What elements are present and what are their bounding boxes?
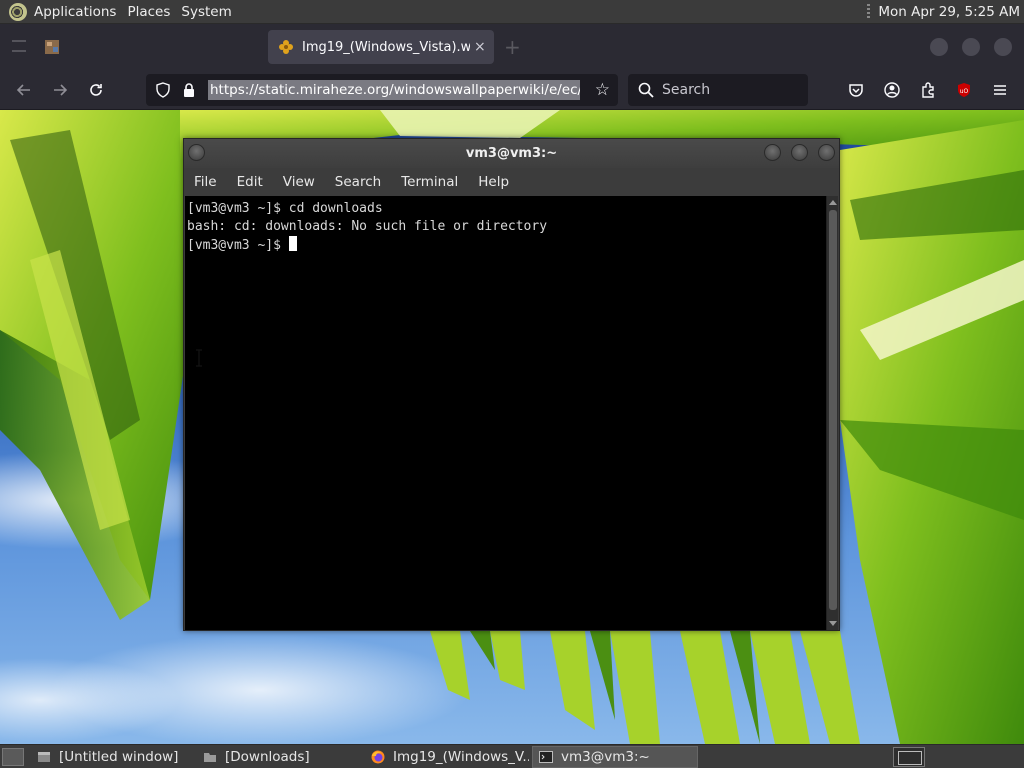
top-panel: Applications Places System Mon Apr 29, 5… [0, 0, 1024, 24]
text-cursor [288, 236, 297, 251]
close-tab-icon[interactable]: × [474, 39, 486, 55]
search-icon [638, 82, 654, 98]
firefox-icon [371, 750, 385, 763]
arrow-right-icon [54, 84, 68, 96]
back-button[interactable] [12, 78, 36, 102]
terminal-title: vm3@vm3:~ [465, 146, 558, 161]
taskbar-label: [Untitled window] [59, 748, 179, 765]
terminal-titlebar[interactable]: vm3@vm3:~ [184, 139, 839, 168]
list-all-tabs-icon[interactable] [12, 40, 26, 52]
terminal-menubar: File Edit View Search Terminal Help [184, 168, 839, 196]
reload-button[interactable] [84, 78, 108, 102]
star-icon[interactable]: ☆ [595, 80, 610, 100]
close-window-button[interactable] [994, 38, 1012, 56]
tab-title: Img19_(Windows_Vista).webp [302, 39, 470, 55]
tracking-shield-icon[interactable] [150, 74, 176, 106]
menu-help[interactable]: Help [478, 174, 509, 190]
taskbar-label: Img19_(Windows_V... [393, 748, 530, 765]
scroll-up-icon[interactable] [829, 200, 837, 205]
terminal-scrollbar[interactable] [826, 196, 838, 630]
account-icon[interactable] [880, 78, 904, 102]
terminal-line: [vm3@vm3 ~]$ cd downloads [187, 201, 383, 216]
terminal-window[interactable]: vm3@vm3:~ File Edit View Search Terminal… [183, 138, 840, 631]
system-menu[interactable]: System [178, 4, 239, 20]
toolbar-icons: uO [844, 78, 1012, 102]
search-bar[interactable]: Search [628, 74, 808, 106]
flower-favicon-icon [279, 40, 293, 54]
taskbar-label: [Downloads] [225, 748, 310, 765]
new-tab-button[interactable]: + [504, 37, 521, 57]
maximize-button[interactable] [791, 144, 808, 161]
extensions-icon[interactable] [916, 78, 940, 102]
mouse-ibeam-cursor-icon [196, 349, 202, 367]
window-controls [930, 38, 1012, 56]
taskbar-item-untitled-window[interactable]: [Untitled window] [30, 746, 194, 768]
search-placeholder: Search [662, 82, 711, 98]
scroll-down-icon[interactable] [829, 621, 837, 626]
menu-search[interactable]: Search [335, 174, 381, 190]
tab-active[interactable]: Img19_(Windows_Vista).webp × [268, 30, 494, 64]
maximize-button[interactable] [962, 38, 980, 56]
terminal-line: bash: cd: downloads: No such file or dir… [187, 219, 548, 234]
scrollbar-thumb[interactable] [829, 210, 837, 610]
hamburger-menu-icon[interactable] [988, 78, 1012, 102]
panel-clock[interactable]: Mon Apr 29, 5:25 AM [878, 4, 1024, 20]
bottom-panel: [Untitled window] [Downloads] Img19_(Win… [0, 744, 1024, 768]
menu-terminal[interactable]: Terminal [401, 174, 458, 190]
reload-icon [90, 84, 102, 96]
window-icon [38, 751, 50, 762]
menu-file[interactable]: File [194, 174, 217, 190]
workspace-switcher[interactable] [893, 747, 925, 767]
page-favicon-icon [45, 40, 59, 54]
tab-inactive[interactable] [44, 32, 266, 62]
terminal-output[interactable]: [vm3@vm3 ~]$ cd downloads bash: cd: down… [185, 196, 828, 630]
ublock-origin-icon[interactable]: uO [952, 78, 976, 102]
taskbar-item-firefox[interactable]: Img19_(Windows_V... [364, 746, 530, 768]
panel-grip-icon[interactable] [867, 3, 871, 20]
minimize-button[interactable] [764, 144, 781, 161]
terminal-prompt-line: [vm3@vm3 ~]$ [187, 236, 826, 254]
terminal-prompt: [vm3@vm3 ~]$ [187, 238, 289, 253]
browser-nav-bar: https://static.miraheze.org/windowswallp… [0, 70, 1024, 110]
window-menu-button[interactable] [188, 144, 205, 161]
close-button[interactable] [818, 144, 835, 161]
menu-edit[interactable]: Edit [237, 174, 263, 190]
applications-menu[interactable]: Applications [31, 4, 124, 20]
terminal-icon [539, 750, 553, 763]
minimize-button[interactable] [930, 38, 948, 56]
distro-logo-icon[interactable] [9, 2, 27, 21]
taskbar-item-downloads[interactable]: [Downloads] [196, 746, 362, 768]
folder-icon [204, 752, 216, 762]
url-text[interactable]: https://static.miraheze.org/windowswallp… [208, 80, 580, 100]
url-bar[interactable]: https://static.miraheze.org/windowswallp… [146, 74, 618, 106]
taskbar-item-terminal[interactable]: vm3@vm3:~ [532, 745, 698, 768]
show-desktop-button[interactable] [2, 747, 24, 766]
places-menu[interactable]: Places [124, 4, 178, 20]
svg-text:uO: uO [960, 88, 969, 95]
forward-button[interactable] [48, 78, 72, 102]
menu-view[interactable]: View [283, 174, 315, 190]
browser-tab-bar: Img19_(Windows_Vista).webp × + [0, 24, 1024, 70]
pocket-icon[interactable] [844, 78, 868, 102]
arrow-left-icon [16, 84, 30, 96]
taskbar-label: vm3@vm3:~ [561, 748, 650, 765]
lock-icon[interactable] [176, 74, 202, 106]
